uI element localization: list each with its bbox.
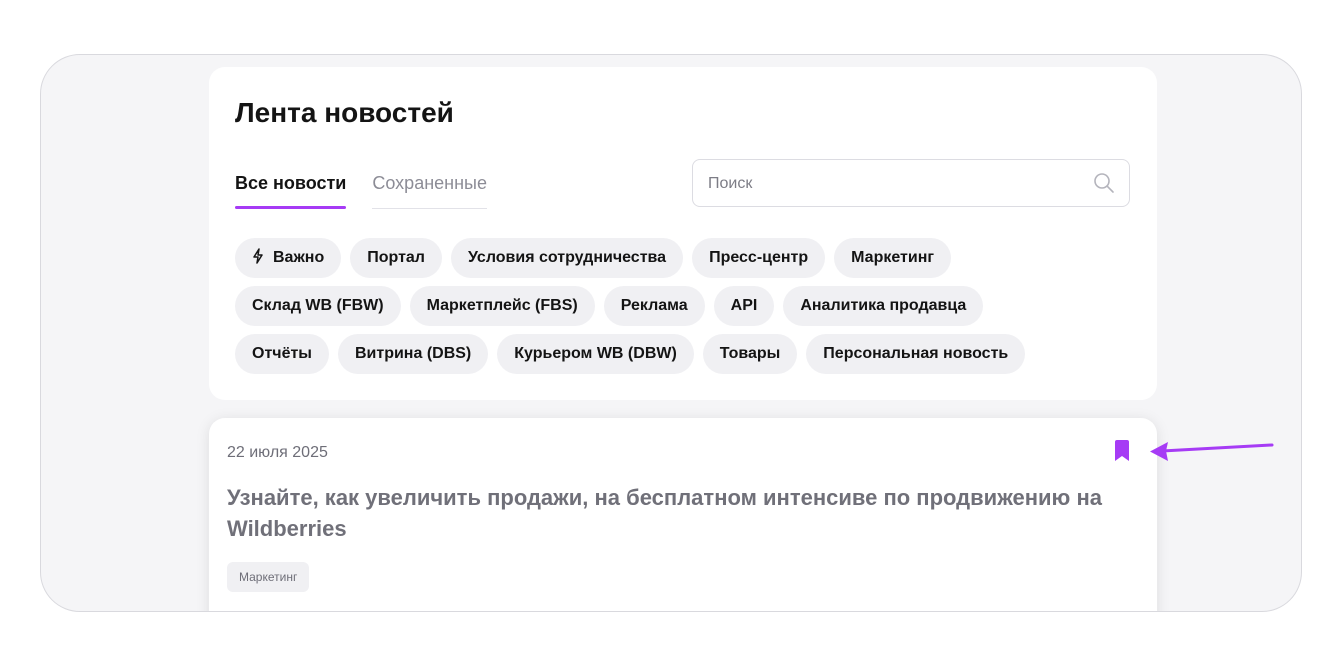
filter-chip-important[interactable]: Важно [235,238,342,278]
filter-chip-marketing[interactable]: Маркетинг [834,238,952,278]
filter-chip-reports[interactable]: Отчёты [235,334,329,374]
news-card[interactable]: 22 июля 2025 Узнайте, как увеличить прод… [209,418,1157,611]
search-icon[interactable] [1093,172,1115,194]
filter-chip-ads[interactable]: Реклама [603,286,705,326]
search-input[interactable] [706,160,1080,208]
screenshot-frame: Лента новостей Все новости Сохраненные В… [40,54,1302,612]
news-date: 22 июля 2025 [227,444,328,461]
tab-all-news[interactable]: Все новости [235,167,347,209]
lightning-icon [252,248,264,268]
filter-row: Склад WB (FBW) Маркетплейс (FBS) Реклама… [235,286,1135,326]
news-title[interactable]: Узнайте, как увеличить продажи, на беспл… [227,482,1147,544]
filter-row: Важно Портал Условия сотрудничества Прес… [235,238,1135,278]
news-tag: Маркетинг [227,562,310,592]
filter-chip-analytics[interactable]: Аналитика продавца [783,286,984,326]
filter-chip-dbs[interactable]: Витрина (DBS) [337,334,489,374]
filter-chip-goods[interactable]: Товары [702,334,798,374]
page-title: Лента новостей [235,97,454,128]
filter-chip-fbs[interactable]: Маркетплейс (FBS) [409,286,595,326]
arrow-left-icon [1150,442,1274,461]
filter-chip-api[interactable]: API [713,286,775,326]
filter-chip-fbw[interactable]: Склад WB (FBW) [235,286,401,326]
search-box [692,159,1130,208]
filter-row: Отчёты Витрина (DBS) Курьером WB (DBW) Т… [235,334,1135,374]
filter-chip-portal[interactable]: Портал [350,238,442,278]
filter-chip-label: Важно [273,249,325,266]
filter-chip-cooperation[interactable]: Условия сотрудничества [450,238,684,278]
bookmark-icon[interactable] [1114,440,1130,462]
filter-chips: Важно Портал Условия сотрудничества Прес… [235,238,1135,382]
news-feed-panel: Лента новостей Все новости Сохраненные В… [209,67,1157,400]
filter-chip-press-center[interactable]: Пресс-центр [692,238,826,278]
filter-chip-dbw[interactable]: Курьером WB (DBW) [497,334,694,374]
news-tabs: Все новости Сохраненные [235,167,487,209]
filter-chip-personal[interactable]: Персональная новость [806,334,1026,374]
tab-saved[interactable]: Сохраненные [372,167,487,209]
